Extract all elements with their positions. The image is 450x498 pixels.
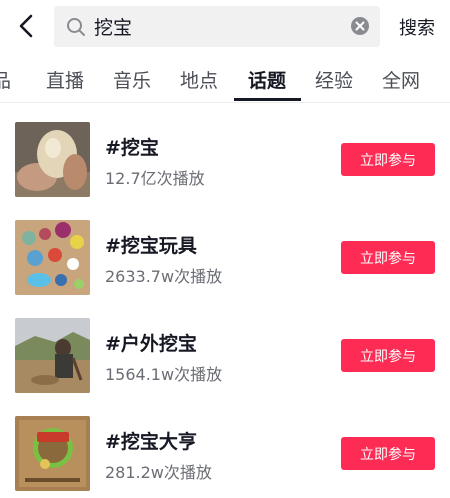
active-tab-indicator (234, 98, 301, 101)
topic-thumbnail (15, 416, 90, 491)
topic-row[interactable]: #挖宝 12.7亿次播放 立即参与 (0, 103, 450, 201)
topic-row[interactable]: #挖宝大亨 281.2w次播放 立即参与 (0, 397, 450, 495)
chevron-left-icon (19, 14, 33, 38)
top-bar: 搜索 (0, 0, 450, 54)
search-input[interactable] (94, 15, 334, 38)
category-tabs: 品 直播 音乐 地点 话题 经验 全网 (0, 56, 450, 103)
game-cover-photo (15, 416, 90, 491)
topic-title: #挖宝 (105, 137, 159, 159)
topic-title: #挖宝玩具 (105, 235, 197, 257)
topic-play-count: 281.2w次播放 (105, 463, 212, 482)
back-button[interactable] (12, 12, 40, 40)
clear-icon[interactable] (350, 16, 370, 36)
tab-live[interactable]: 直播 (46, 66, 84, 93)
search-button[interactable]: 搜索 (399, 14, 435, 40)
tab-products[interactable]: 品 (0, 66, 11, 93)
topic-play-count: 12.7亿次播放 (105, 169, 205, 188)
topic-row[interactable]: #挖宝玩具 2633.7w次播放 立即参与 (0, 201, 450, 299)
topic-thumbnail (15, 318, 90, 393)
tab-experience[interactable]: 经验 (315, 66, 353, 93)
search-icon (66, 17, 86, 37)
topic-row[interactable]: #户外挖宝 1564.1w次播放 立即参与 (0, 299, 450, 397)
topic-title: #户外挖宝 (105, 333, 197, 355)
topic-play-count: 2633.7w次播放 (105, 267, 223, 286)
topic-thumbnail (15, 220, 90, 295)
tab-location[interactable]: 地点 (180, 66, 218, 93)
tab-topic[interactable]: 话题 (248, 66, 286, 93)
outdoor-digging-photo (15, 318, 90, 393)
topic-play-count: 1564.1w次播放 (105, 365, 223, 384)
gem-toys-photo (15, 220, 90, 295)
tab-all-web[interactable]: 全网 (382, 66, 420, 93)
search-box[interactable] (54, 6, 380, 47)
join-button[interactable]: 立即参与 (341, 241, 435, 274)
topic-thumbnail (15, 122, 90, 197)
join-button[interactable]: 立即参与 (341, 437, 435, 470)
tab-music[interactable]: 音乐 (113, 66, 151, 93)
join-button[interactable]: 立即参与 (341, 339, 435, 372)
topic-title: #挖宝大亨 (105, 431, 197, 453)
join-button[interactable]: 立即参与 (341, 143, 435, 176)
egg-in-hand-photo (15, 122, 90, 197)
